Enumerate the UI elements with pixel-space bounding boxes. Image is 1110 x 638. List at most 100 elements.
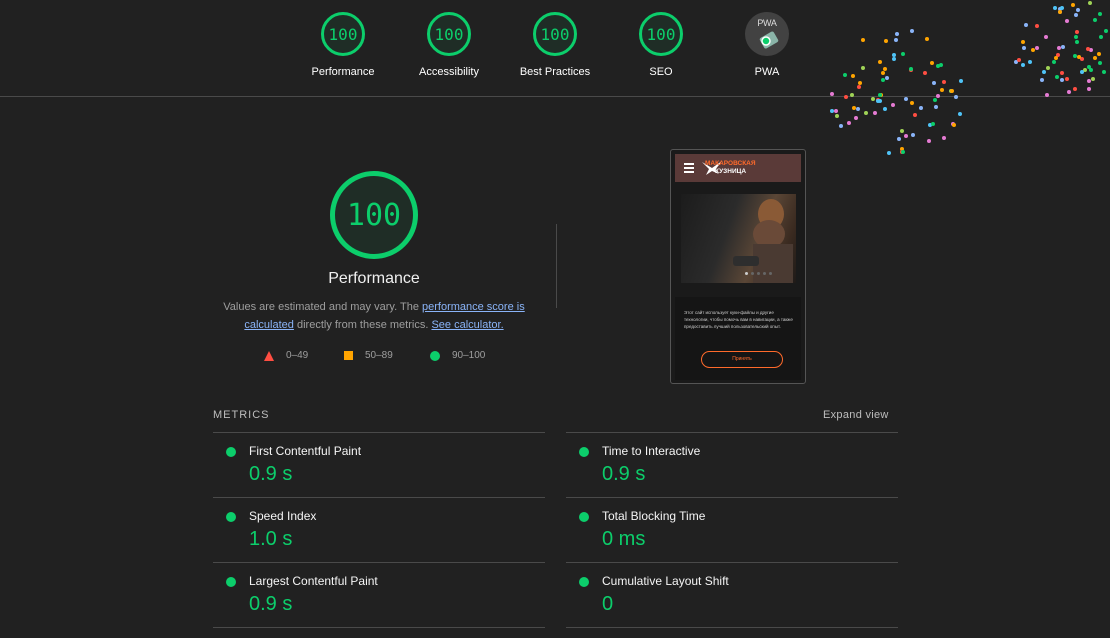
confetti-dot [880,77,885,82]
confetti-dot [871,96,876,101]
confetti-dot [1027,59,1032,64]
confetti-dot [1041,69,1046,74]
desc-text: directly from these metrics. [293,319,432,331]
gauge-pwa[interactable]: PWA PWA [727,12,807,78]
metric-lcp: Largest Contentful Paint 0.9 s [213,562,545,627]
confetti-dot [892,52,897,57]
gauge-label: Accessibility [419,66,479,78]
confetti-dot [853,116,858,121]
pwa-installable-icon [759,31,779,49]
metric-value: 0 [602,593,614,615]
confetti-dot [941,136,946,141]
legend-fail: 0–49 [264,350,308,361]
metric-name: Speed Index [249,509,317,523]
gauge-label: Performance [311,66,375,78]
cookie-banner: Этот сайт использует куки-файлы и другие… [675,297,801,380]
gauge-performance[interactable]: 100 Performance [303,12,383,78]
pass-circle-icon [226,512,236,522]
confetti-dot [913,112,918,117]
confetti-dot [835,114,840,118]
confetti-dot [1086,78,1091,83]
confetti-dot [1072,54,1077,59]
metric-value: 0 ms [602,528,646,550]
confetti-dot [882,66,887,71]
metric-divider [213,627,545,628]
brand-line1: МАКАРОВСКАЯ [705,160,756,167]
confetti-dot [884,76,889,81]
pass-circle-icon [226,447,236,457]
pass-circle-icon [226,577,236,587]
final-screenshot[interactable]: МАКАРОВСКАЯ КУЗНИЦА Этот сайт использует… [670,149,806,384]
confetti-dot [1056,45,1061,50]
confetti-dot [833,109,838,114]
confetti-dot [1090,76,1095,81]
menu-icon [684,161,694,175]
metric-name: Largest Contentful Paint [249,574,378,588]
legend-average-range: 50–89 [365,350,393,361]
confetti-dot [1085,47,1090,52]
pass-circle-icon [579,577,589,587]
confetti-dot [933,97,938,102]
confetti-dot [1098,60,1103,65]
gauge-label: SEO [649,66,673,78]
metric-fcp: First Contentful Paint 0.9 s [213,432,545,497]
confetti-dot [911,132,916,137]
confetti-dot [1073,35,1078,40]
metric-value: 0.9 s [249,593,293,615]
performance-title: Performance [328,270,420,287]
confetti-dot [901,150,906,155]
metric-name: Cumulative Layout Shift [602,574,729,588]
confetti-dot [950,88,955,93]
confetti-dot [830,109,835,114]
confetti-dot [844,95,849,100]
gauge-score: 100 [639,12,683,56]
confetti-dot [877,98,882,103]
confetti-dot [857,80,862,85]
confetti-dot [1023,23,1028,28]
confetti-dot [1076,7,1081,12]
gauge-accessibility[interactable]: 100 Accessibility [409,12,489,78]
accept-button: Принять [701,351,783,368]
confetti-dot [954,95,959,100]
confetti-dot [927,139,932,144]
gauge-score: 100 [321,12,365,56]
confetti-dot [903,96,908,101]
metric-speed-index: Speed Index 1.0 s [213,497,545,562]
legend-pass: 90–100 [430,350,485,361]
confetti-dot [883,106,887,111]
gauge-score: 100 [427,12,471,56]
metric-tbt: Total Blocking Time 0 ms [566,497,898,562]
confetti-dot [1060,45,1065,50]
confetti-dot [1045,65,1050,70]
confetti-dot [839,123,844,128]
metric-divider [566,627,898,628]
expand-view-toggle[interactable]: Expand view [823,409,889,421]
blacksmith-photo [733,199,793,283]
confetti-dot [856,107,861,112]
confetti-dot [1059,77,1064,82]
legend-pass-range: 90–100 [452,350,486,361]
confetti-dot [1086,87,1091,91]
gauge-best-practices[interactable]: 100 Best Practices [515,12,595,78]
see-calculator-link[interactable]: See calculator. [431,319,503,331]
carousel-dots [745,272,772,275]
confetti-dot [900,52,905,57]
metric-name: First Contentful Paint [249,444,362,458]
site-brand: МАКАРОВСКАЯ КУЗНИЦА [705,160,756,176]
confetti-dot [922,70,927,75]
metric-value: 0.9 s [249,463,293,485]
vertical-divider [556,224,557,308]
cookie-text: Этот сайт использует куки-файлы и другие… [684,310,793,329]
confetti-dot [887,151,892,156]
confetti-dot [1021,62,1026,67]
metric-tti: Time to Interactive 0.9 s [566,432,898,497]
confetti-dot [935,93,940,98]
confetti-dot [1070,2,1075,7]
confetti-dot [1074,39,1079,44]
confetti-dot [891,103,896,107]
metric-cls: Cumulative Layout Shift 0 [566,562,898,627]
confetti-dot [1022,45,1027,50]
metric-value: 0.9 s [602,463,646,485]
gauge-seo[interactable]: 100 SEO [621,12,701,78]
confetti-dot [1057,9,1062,14]
